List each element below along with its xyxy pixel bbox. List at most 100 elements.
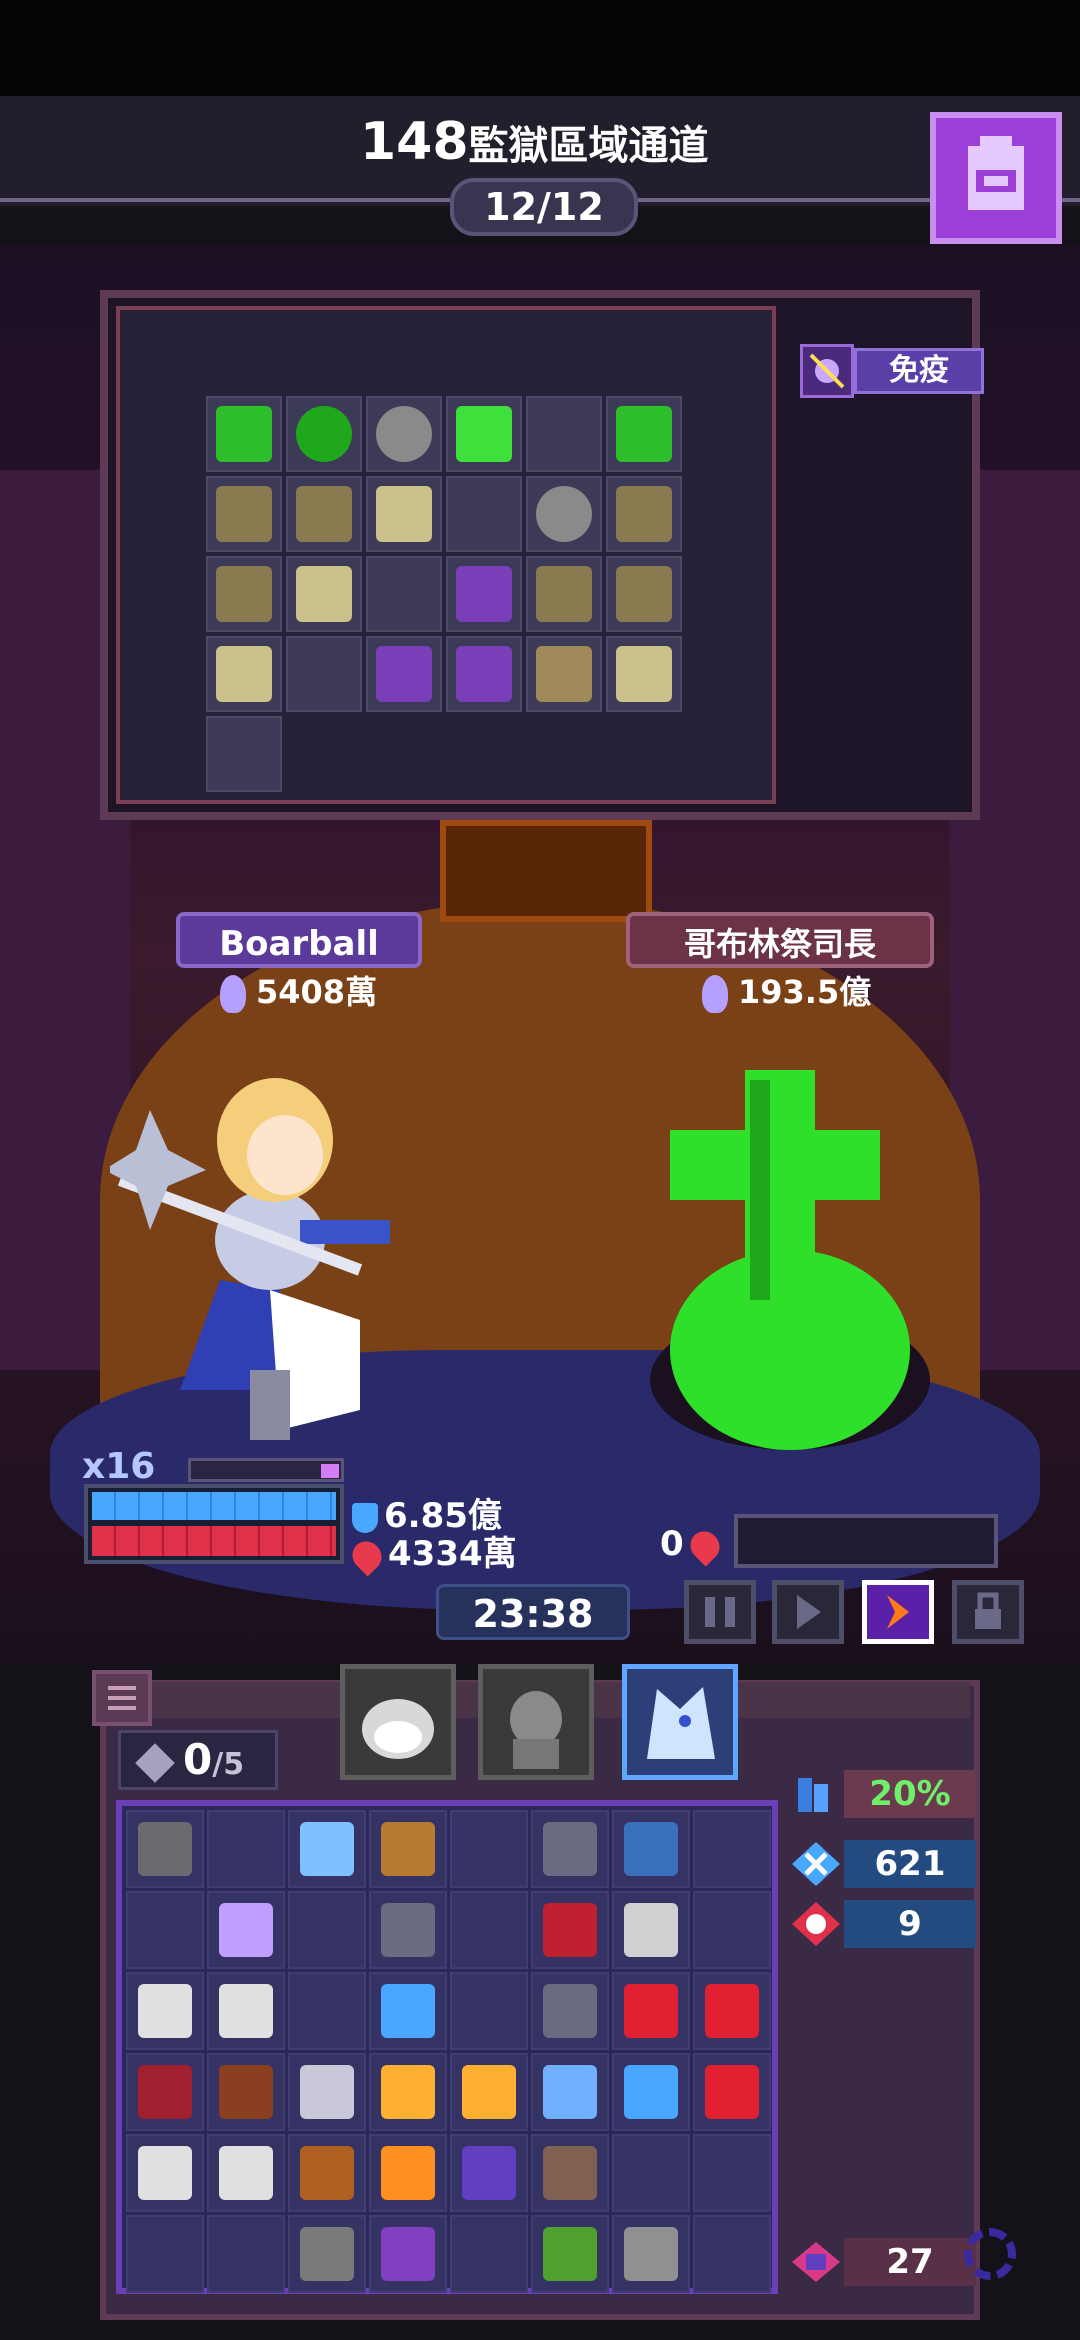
- inventory-slot[interactable]: [126, 2053, 204, 2131]
- character-tab-knight[interactable]: [478, 1664, 594, 1780]
- loot-slot[interactable]: [446, 636, 522, 712]
- play-button[interactable]: [772, 1580, 844, 1644]
- loot-slot[interactable]: [206, 476, 282, 552]
- inventory-slot[interactable]: [531, 1891, 609, 1969]
- inventory-slot[interactable]: [531, 2134, 609, 2212]
- inventory-slot[interactable]: [126, 1972, 204, 2050]
- loot-slot[interactable]: [446, 476, 522, 552]
- gear-icon[interactable]: [964, 2228, 1016, 2280]
- equipment-item-icon: [381, 1903, 435, 1957]
- inventory-slot[interactable]: [693, 1972, 771, 2050]
- inventory-slot[interactable]: [126, 1810, 204, 1888]
- lock-button[interactable]: [952, 1580, 1024, 1644]
- hero-hp: 4334萬: [346, 1526, 517, 1577]
- loot-slot[interactable]: [286, 556, 362, 632]
- inventory-slot[interactable]: [207, 2134, 285, 2212]
- inventory-slot[interactable]: [288, 2053, 366, 2131]
- inventory-slot[interactable]: [288, 2215, 366, 2293]
- inventory-slot[interactable]: [693, 1810, 771, 1888]
- wolf-portrait-icon: [647, 1687, 715, 1759]
- inventory-slot[interactable]: [531, 2215, 609, 2293]
- loot-slot[interactable]: [206, 396, 282, 472]
- boss-hp-bar: [734, 1514, 998, 1568]
- immune-status[interactable]: 免疫: [800, 344, 990, 398]
- inventory-slot[interactable]: [612, 1810, 690, 1888]
- inventory-slot[interactable]: [612, 1972, 690, 2050]
- inventory-slot[interactable]: [288, 2134, 366, 2212]
- loot-slot[interactable]: [286, 636, 362, 712]
- inventory-slot[interactable]: [612, 2215, 690, 2293]
- inventory-slot[interactable]: [207, 1810, 285, 1888]
- inventory-slot[interactable]: [207, 1891, 285, 1969]
- inventory-slot[interactable]: [612, 1891, 690, 1969]
- loot-slot[interactable]: [206, 636, 282, 712]
- loot-slot[interactable]: [366, 476, 442, 552]
- inventory-grid: [126, 1810, 771, 2293]
- inventory-slot[interactable]: [369, 1891, 447, 1969]
- inventory-slot[interactable]: [450, 1810, 528, 1888]
- inventory-slot[interactable]: [126, 2134, 204, 2212]
- boss-face-icon: [792, 1902, 840, 1946]
- loot-slot[interactable]: [606, 636, 682, 712]
- inventory-slot[interactable]: [126, 2215, 204, 2293]
- loot-slot[interactable]: [206, 716, 282, 792]
- loot-slot[interactable]: [526, 556, 602, 632]
- mushroom-icon: [456, 646, 512, 702]
- inventory-slot[interactable]: [288, 1972, 366, 2050]
- hero-multiplier: x16: [82, 1446, 156, 1487]
- character-tab-hamster[interactable]: [340, 1664, 456, 1780]
- loot-slot[interactable]: [606, 476, 682, 552]
- inventory-slot[interactable]: [450, 1972, 528, 2050]
- fast-forward-button[interactable]: [862, 1580, 934, 1644]
- inventory-slot[interactable]: [693, 2215, 771, 2293]
- loot-slot[interactable]: [446, 556, 522, 632]
- inventory-slot[interactable]: [207, 2053, 285, 2131]
- inventory-slot[interactable]: [693, 2134, 771, 2212]
- list-icon: [108, 1686, 136, 1710]
- inventory-slot[interactable]: [612, 2053, 690, 2131]
- loot-slot[interactable]: [366, 636, 442, 712]
- loot-slot[interactable]: [526, 636, 602, 712]
- inventory-slot[interactable]: [693, 2053, 771, 2131]
- inventory-slot[interactable]: [369, 2215, 447, 2293]
- loot-slot[interactable]: [366, 556, 442, 632]
- inventory-slot[interactable]: [288, 1891, 366, 1969]
- inventory-slot[interactable]: [450, 2053, 528, 2131]
- boss-name-plate: 哥布林祭司長: [626, 912, 934, 968]
- stage-name: 監獄區域通道: [468, 123, 709, 169]
- loot-slot[interactable]: [526, 396, 602, 472]
- inventory-slot[interactable]: [369, 1972, 447, 2050]
- loot-slot[interactable]: [526, 476, 602, 552]
- loot-slot[interactable]: [446, 396, 522, 472]
- inventory-slot[interactable]: [288, 1810, 366, 1888]
- inventory-slot[interactable]: [369, 1810, 447, 1888]
- menu-button[interactable]: [92, 1670, 152, 1726]
- inventory-slot[interactable]: [207, 2215, 285, 2293]
- pause-button[interactable]: [684, 1580, 756, 1644]
- skull-totem-icon: [216, 646, 272, 702]
- inventory-slot[interactable]: [531, 1972, 609, 2050]
- inventory-slot[interactable]: [693, 1891, 771, 1969]
- inventory-slot[interactable]: [531, 1810, 609, 1888]
- hero-sprite[interactable]: [110, 1030, 450, 1450]
- inventory-slot[interactable]: [207, 1972, 285, 2050]
- inventory-slot[interactable]: [450, 1891, 528, 1969]
- skull-totem-icon: [616, 646, 672, 702]
- inventory-slot[interactable]: [126, 1891, 204, 1969]
- inventory-slot[interactable]: [369, 2134, 447, 2212]
- inventory-slot[interactable]: [450, 2134, 528, 2212]
- loot-slot[interactable]: [206, 556, 282, 632]
- loot-slot[interactable]: [286, 396, 362, 472]
- loot-slot[interactable]: [606, 556, 682, 632]
- inventory-slot[interactable]: [531, 2053, 609, 2131]
- knight-portrait-icon: [510, 1691, 562, 1769]
- boss-sprite[interactable]: [640, 1050, 940, 1470]
- loot-slot[interactable]: [366, 396, 442, 472]
- loot-slot[interactable]: [286, 476, 362, 552]
- inventory-slot[interactable]: [450, 2215, 528, 2293]
- loot-slot[interactable]: [606, 396, 682, 472]
- backpack-button[interactable]: [930, 112, 1062, 244]
- character-tab-wolf[interactable]: [622, 1664, 738, 1780]
- inventory-slot[interactable]: [612, 2134, 690, 2212]
- inventory-slot[interactable]: [369, 2053, 447, 2131]
